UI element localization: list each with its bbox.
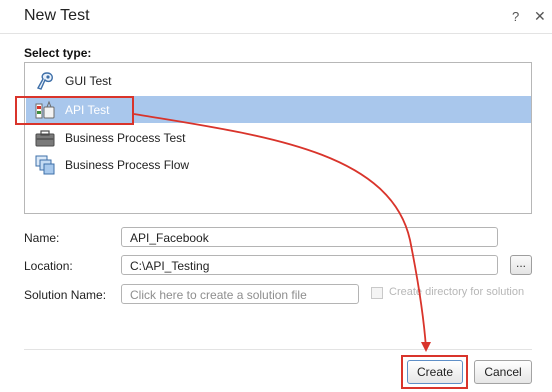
dialog-titlebar: New Test ? ✕ [0,0,552,34]
type-item-gui-test[interactable]: GUI Test [26,67,531,94]
type-item-business-process-test[interactable]: Business Process Test [26,124,531,151]
business-process-flow-icon [35,155,55,175]
name-input[interactable]: API_Facebook [121,227,498,247]
create-button-highlight [401,355,468,389]
browse-button[interactable]: ... [510,255,532,275]
arrow-head-icon [421,342,431,352]
location-input[interactable]: C:\API_Testing [121,255,498,275]
solution-name-input[interactable]: Click here to create a solution file [121,284,359,304]
type-item-label: Business Process Flow [65,158,190,172]
cancel-button[interactable]: Cancel [474,360,532,384]
location-label: Location: [24,259,73,273]
select-type-label: Select type: [24,46,92,60]
gui-test-icon [36,72,53,90]
type-item-label: Business Process Test [65,131,186,145]
help-button[interactable]: ? [512,9,519,24]
dialog-title: New Test [24,7,90,24]
footer-divider [24,349,532,350]
create-directory-checkbox[interactable] [371,287,383,299]
solution-name-label: Solution Name: [24,288,107,302]
test-type-list[interactable]: GUI Test API Test Business Process Test … [24,62,532,214]
business-process-test-icon [35,130,55,147]
create-directory-label: Create directory for solution [389,286,525,298]
api-test-highlight [15,96,134,125]
close-button[interactable]: ✕ [534,8,546,25]
name-label: Name: [24,231,60,245]
type-item-label: GUI Test [65,74,112,88]
type-item-business-process-flow[interactable]: Business Process Flow [26,151,531,178]
